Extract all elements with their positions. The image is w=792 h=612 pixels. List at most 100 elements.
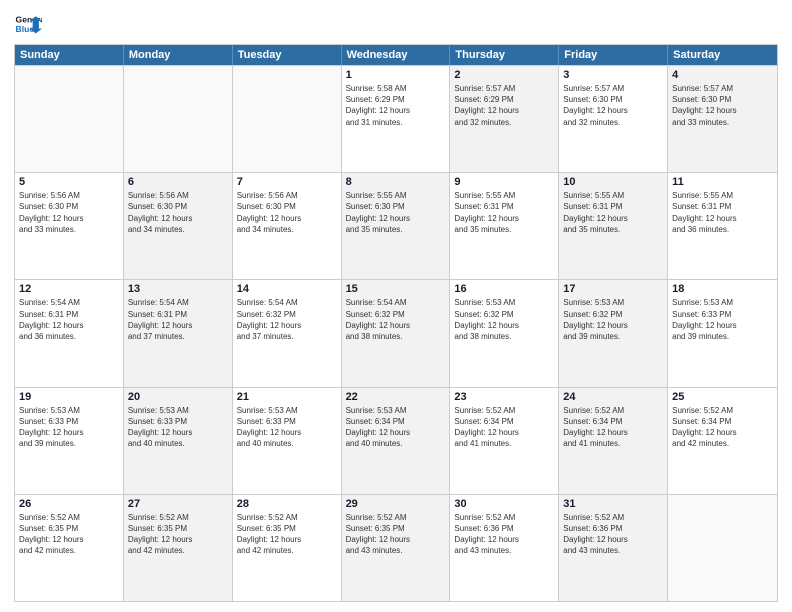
cell-info: Sunrise: 5:52 AM Sunset: 6:35 PM Dayligh… [346,512,446,557]
cal-cell: 26 Sunrise: 5:52 AM Sunset: 6:35 PM Dayli… [15,495,124,601]
week-row-1: 1 Sunrise: 5:58 AM Sunset: 6:29 PM Daylig… [15,65,777,172]
cell-info: Sunrise: 5:52 AM Sunset: 6:34 PM Dayligh… [454,405,554,450]
cal-cell: 23 Sunrise: 5:52 AM Sunset: 6:34 PM Dayli… [450,388,559,494]
header-day-friday: Friday [559,45,668,65]
cal-cell: 14 Sunrise: 5:54 AM Sunset: 6:32 PM Dayli… [233,280,342,386]
cal-cell: 21 Sunrise: 5:53 AM Sunset: 6:33 PM Dayli… [233,388,342,494]
logo-icon: General Blue [14,10,42,38]
cell-info: Sunrise: 5:55 AM Sunset: 6:31 PM Dayligh… [672,190,773,235]
day-number: 10 [563,176,663,188]
cal-cell: 31 Sunrise: 5:52 AM Sunset: 6:36 PM Dayli… [559,495,668,601]
cell-info: Sunrise: 5:55 AM Sunset: 6:30 PM Dayligh… [346,190,446,235]
header-day-saturday: Saturday [668,45,777,65]
cal-cell: 4Sunrise: 5:57 AM Sunset: 6:30 PM Daylig… [668,66,777,172]
day-number: 19 [19,391,119,403]
cal-cell: 16Sunrise: 5:53 AM Sunset: 6:32 PM Dayli… [450,280,559,386]
cell-info: Sunrise: 5:56 AM Sunset: 6:30 PM Dayligh… [19,190,119,235]
week-row-4: 19 Sunrise: 5:53 AM Sunset: 6:33 PM Dayli… [15,387,777,494]
day-number: 27 [128,498,228,510]
cell-info: Sunrise: 5:53 AM Sunset: 6:32 PM Dayligh… [563,297,663,342]
cal-cell: 11 Sunrise: 5:55 AM Sunset: 6:31 PM Dayli… [668,173,777,279]
cell-info: Sunrise: 5:57 AM Sunset: 6:30 PM Dayligh… [672,83,773,128]
day-number: 15 [346,283,446,295]
day-number: 31 [563,498,663,510]
cal-cell: 22Sunrise: 5:53 AM Sunset: 6:34 PM Dayli… [342,388,451,494]
day-number: 18 [672,283,773,295]
day-number: 7 [237,176,337,188]
cell-info: Sunrise: 5:54 AM Sunset: 6:32 PM Dayligh… [346,297,446,342]
header: General Blue [14,10,778,38]
cal-cell [668,495,777,601]
cell-info: Sunrise: 5:55 AM Sunset: 6:31 PM Dayligh… [454,190,554,235]
cal-cell [124,66,233,172]
cell-info: Sunrise: 5:53 AM Sunset: 6:33 PM Dayligh… [19,405,119,450]
cal-cell: 18 Sunrise: 5:53 AM Sunset: 6:33 PM Dayli… [668,280,777,386]
cell-info: Sunrise: 5:53 AM Sunset: 6:34 PM Dayligh… [346,405,446,450]
cell-info: Sunrise: 5:56 AM Sunset: 6:30 PM Dayligh… [128,190,228,235]
cell-info: Sunrise: 5:52 AM Sunset: 6:34 PM Dayligh… [672,405,773,450]
logo: General Blue [14,10,42,38]
header-day-sunday: Sunday [15,45,124,65]
day-number: 20 [128,391,228,403]
cell-info: Sunrise: 5:52 AM Sunset: 6:35 PM Dayligh… [19,512,119,557]
cal-cell [233,66,342,172]
week-row-5: 26 Sunrise: 5:52 AM Sunset: 6:35 PM Dayli… [15,494,777,601]
cal-cell: 9 Sunrise: 5:55 AM Sunset: 6:31 PM Daylig… [450,173,559,279]
cal-cell: 29 Sunrise: 5:52 AM Sunset: 6:35 PM Dayli… [342,495,451,601]
cal-cell: 30 Sunrise: 5:52 AM Sunset: 6:36 PM Dayli… [450,495,559,601]
cal-cell: 24 Sunrise: 5:52 AM Sunset: 6:34 PM Dayli… [559,388,668,494]
cal-cell: 1 Sunrise: 5:58 AM Sunset: 6:29 PM Daylig… [342,66,451,172]
cell-info: Sunrise: 5:52 AM Sunset: 6:35 PM Dayligh… [237,512,337,557]
week-row-2: 5 Sunrise: 5:56 AM Sunset: 6:30 PM Daylig… [15,172,777,279]
day-number: 14 [237,283,337,295]
day-number: 3 [563,69,663,81]
cell-info: Sunrise: 5:53 AM Sunset: 6:33 PM Dayligh… [237,405,337,450]
day-number: 28 [237,498,337,510]
day-number: 30 [454,498,554,510]
cell-info: Sunrise: 5:54 AM Sunset: 6:32 PM Dayligh… [237,297,337,342]
page: General Blue SundayMondayTuesdayWednesda… [0,0,792,612]
cell-info: Sunrise: 5:54 AM Sunset: 6:31 PM Dayligh… [19,297,119,342]
header-day-wednesday: Wednesday [342,45,451,65]
day-number: 5 [19,176,119,188]
cell-info: Sunrise: 5:58 AM Sunset: 6:29 PM Dayligh… [346,83,446,128]
cell-info: Sunrise: 5:52 AM Sunset: 6:36 PM Dayligh… [563,512,663,557]
cell-info: Sunrise: 5:54 AM Sunset: 6:31 PM Dayligh… [128,297,228,342]
day-number: 21 [237,391,337,403]
cal-cell: 15 Sunrise: 5:54 AM Sunset: 6:32 PM Dayli… [342,280,451,386]
cell-info: Sunrise: 5:55 AM Sunset: 6:31 PM Dayligh… [563,190,663,235]
day-number: 1 [346,69,446,81]
cal-cell: 13 Sunrise: 5:54 AM Sunset: 6:31 PM Dayli… [124,280,233,386]
calendar-body: 1 Sunrise: 5:58 AM Sunset: 6:29 PM Daylig… [15,65,777,601]
day-number: 23 [454,391,554,403]
cal-cell: 5 Sunrise: 5:56 AM Sunset: 6:30 PM Daylig… [15,173,124,279]
cell-info: Sunrise: 5:53 AM Sunset: 6:33 PM Dayligh… [672,297,773,342]
header-day-tuesday: Tuesday [233,45,342,65]
day-number: 26 [19,498,119,510]
cal-cell: 3Sunrise: 5:57 AM Sunset: 6:30 PM Daylig… [559,66,668,172]
cal-cell: 8Sunrise: 5:55 AM Sunset: 6:30 PM Daylig… [342,173,451,279]
cal-cell: 25Sunrise: 5:52 AM Sunset: 6:34 PM Dayli… [668,388,777,494]
cell-info: Sunrise: 5:56 AM Sunset: 6:30 PM Dayligh… [237,190,337,235]
cal-cell: 19 Sunrise: 5:53 AM Sunset: 6:33 PM Dayli… [15,388,124,494]
cal-cell: 20Sunrise: 5:53 AM Sunset: 6:33 PM Dayli… [124,388,233,494]
cell-info: Sunrise: 5:52 AM Sunset: 6:35 PM Dayligh… [128,512,228,557]
cal-cell: 6Sunrise: 5:56 AM Sunset: 6:30 PM Daylig… [124,173,233,279]
day-number: 11 [672,176,773,188]
day-number: 9 [454,176,554,188]
day-number: 29 [346,498,446,510]
cell-info: Sunrise: 5:57 AM Sunset: 6:29 PM Dayligh… [454,83,554,128]
day-number: 24 [563,391,663,403]
week-row-3: 12 Sunrise: 5:54 AM Sunset: 6:31 PM Dayli… [15,279,777,386]
day-number: 12 [19,283,119,295]
day-number: 2 [454,69,554,81]
day-number: 13 [128,283,228,295]
calendar: SundayMondayTuesdayWednesdayThursdayFrid… [14,44,778,602]
calendar-header: SundayMondayTuesdayWednesdayThursdayFrid… [15,45,777,65]
cell-info: Sunrise: 5:52 AM Sunset: 6:36 PM Dayligh… [454,512,554,557]
cal-cell: 28 Sunrise: 5:52 AM Sunset: 6:35 PM Dayli… [233,495,342,601]
cell-info: Sunrise: 5:52 AM Sunset: 6:34 PM Dayligh… [563,405,663,450]
header-day-thursday: Thursday [450,45,559,65]
day-number: 17 [563,283,663,295]
cal-cell: 27 Sunrise: 5:52 AM Sunset: 6:35 PM Dayli… [124,495,233,601]
